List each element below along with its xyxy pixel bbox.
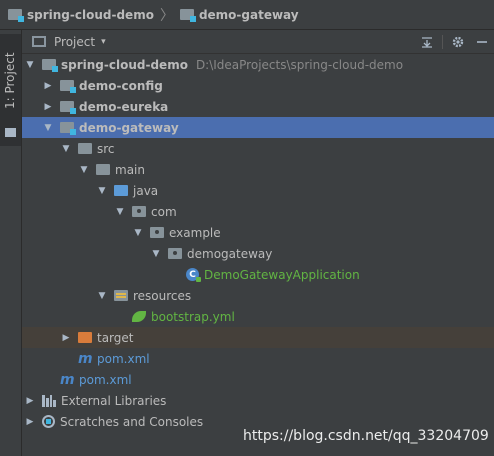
- folder-icon: [5, 128, 16, 137]
- tree-node-label: com: [151, 204, 177, 219]
- expanded-arrow-icon[interactable]: ▼: [114, 207, 126, 217]
- expanded-arrow-icon[interactable]: ▼: [96, 291, 108, 301]
- hide-panel-icon[interactable]: [470, 30, 494, 54]
- expanded-arrow-icon[interactable]: ▼: [132, 228, 144, 238]
- package-icon: [132, 206, 146, 217]
- module-folder-icon: [60, 122, 76, 135]
- project-view-icon: [32, 36, 46, 47]
- expanded-arrow-icon[interactable]: ▼: [24, 60, 36, 70]
- source-folder-icon: [114, 185, 128, 196]
- tree-node-external-libraries[interactable]: ▶ External Libraries: [22, 390, 494, 411]
- tree-node-label: pom.xml: [97, 351, 150, 366]
- breadcrumb-child[interactable]: demo-gateway: [179, 7, 299, 22]
- tree-node-label: target: [97, 330, 134, 345]
- project-tool-tab[interactable]: 1: Project: [0, 34, 21, 146]
- tree-node-label: demo-eureka: [79, 99, 169, 114]
- tree-node-resources[interactable]: ▼ resources: [22, 285, 494, 306]
- folder-icon: [78, 143, 92, 154]
- tree-node-label: External Libraries: [61, 393, 167, 408]
- tree-node-label: spring-cloud-demo: [61, 57, 188, 72]
- tree-node-label: resources: [133, 288, 192, 303]
- tree-node-java[interactable]: ▼ java: [22, 180, 494, 201]
- tree-node-label: demogateway: [187, 246, 273, 261]
- tree-node-bootstrap[interactable]: ▶ bootstrap.yml: [22, 306, 494, 327]
- module-folder-icon: [60, 80, 76, 93]
- tree-node-demo-config[interactable]: ▶ demo-config: [22, 75, 494, 96]
- module-folder-icon: [8, 9, 24, 22]
- tree-node-demogateway[interactable]: ▼ demogateway: [22, 243, 494, 264]
- package-icon: [150, 227, 164, 238]
- collapsed-arrow-icon[interactable]: ▶: [42, 81, 54, 91]
- expanded-arrow-icon[interactable]: ▼: [150, 249, 162, 259]
- breadcrumb-root-label: spring-cloud-demo: [27, 7, 154, 22]
- toolbar-divider: [442, 35, 443, 49]
- collapsed-arrow-icon[interactable]: ▶: [24, 417, 36, 427]
- tree-node-example[interactable]: ▼ example: [22, 222, 494, 243]
- tree-node-com[interactable]: ▼ com: [22, 201, 494, 222]
- tree-node-main[interactable]: ▼ main: [22, 159, 494, 180]
- project-tool-tab-label: 1: Project: [3, 52, 17, 110]
- breadcrumb-root[interactable]: spring-cloud-demo: [8, 8, 154, 22]
- expanded-arrow-icon[interactable]: ▼: [42, 123, 54, 133]
- tree-node-label: demo-gateway: [79, 120, 179, 135]
- breadcrumb-separator: 〉: [159, 7, 174, 24]
- tree-node-label: java: [133, 183, 159, 198]
- project-panel-header: Project ▾: [22, 30, 494, 54]
- tree-node-demo-eureka[interactable]: ▶ demo-eureka: [22, 96, 494, 117]
- tree-node-src[interactable]: ▼ src: [22, 138, 494, 159]
- chevron-down-icon[interactable]: ▾: [101, 37, 106, 47]
- tree-node-label: demo-config: [79, 78, 163, 93]
- spring-leaf-icon: [132, 311, 146, 322]
- module-folder-icon: [60, 101, 76, 114]
- tree-node-label: Scratches and Consoles: [60, 414, 204, 429]
- expanded-arrow-icon[interactable]: ▼: [96, 186, 108, 196]
- folder-icon: [96, 164, 110, 175]
- tree-node-label: main: [115, 162, 145, 177]
- tree-node-path: D:\IdeaProjects\spring-cloud-demo: [195, 57, 404, 72]
- library-icon: [42, 394, 56, 407]
- module-folder-icon: [42, 59, 58, 72]
- tree-node-target[interactable]: ▶ target: [22, 327, 494, 348]
- tree-node-gateway-pom[interactable]: ▶ m pom.xml: [22, 348, 494, 369]
- excluded-folder-icon: [78, 332, 92, 343]
- collapsed-arrow-icon[interactable]: ▶: [24, 396, 36, 406]
- collapsed-arrow-icon[interactable]: ▶: [42, 102, 54, 112]
- gear-icon[interactable]: [446, 30, 470, 54]
- tree-node-label: bootstrap.yml: [151, 309, 235, 324]
- watermark: https://blog.csdn.net/qq_33204709: [243, 428, 489, 444]
- expanded-arrow-icon[interactable]: ▼: [78, 165, 90, 175]
- spring-boot-class-icon: C: [186, 268, 201, 282]
- collapse-all-icon[interactable]: [415, 30, 439, 54]
- left-tool-strip: 1: Project: [0, 30, 22, 456]
- resources-folder-icon: [114, 290, 128, 301]
- tree-node-app-class[interactable]: ▶ C DemoGatewayApplication: [22, 264, 494, 285]
- package-icon: [168, 248, 182, 259]
- tree-node-root-pom[interactable]: ▶ m pom.xml: [22, 369, 494, 390]
- expanded-arrow-icon[interactable]: ▼: [60, 144, 72, 154]
- breadcrumb-child-label: demo-gateway: [198, 7, 299, 22]
- navigation-bar: spring-cloud-demo 〉 demo-gateway: [0, 0, 494, 30]
- collapsed-arrow-icon[interactable]: ▶: [60, 333, 72, 343]
- project-view-selector[interactable]: Project: [54, 35, 95, 49]
- tree-node-label: DemoGatewayApplication: [204, 267, 360, 282]
- tree-node-label: pom.xml: [79, 372, 132, 387]
- maven-icon: m: [78, 350, 93, 367]
- tree-node-root[interactable]: ▼ spring-cloud-demo D:\IdeaProjects\spri…: [22, 54, 494, 75]
- project-tree: ▼ spring-cloud-demo D:\IdeaProjects\spri…: [22, 54, 494, 432]
- maven-icon: m: [60, 371, 75, 388]
- tree-node-label: src: [97, 141, 115, 156]
- scratches-icon: [42, 415, 55, 428]
- tree-node-label: example: [169, 225, 221, 240]
- tree-node-demo-gateway[interactable]: ▼ demo-gateway: [22, 117, 494, 138]
- module-folder-icon: [179, 9, 196, 22]
